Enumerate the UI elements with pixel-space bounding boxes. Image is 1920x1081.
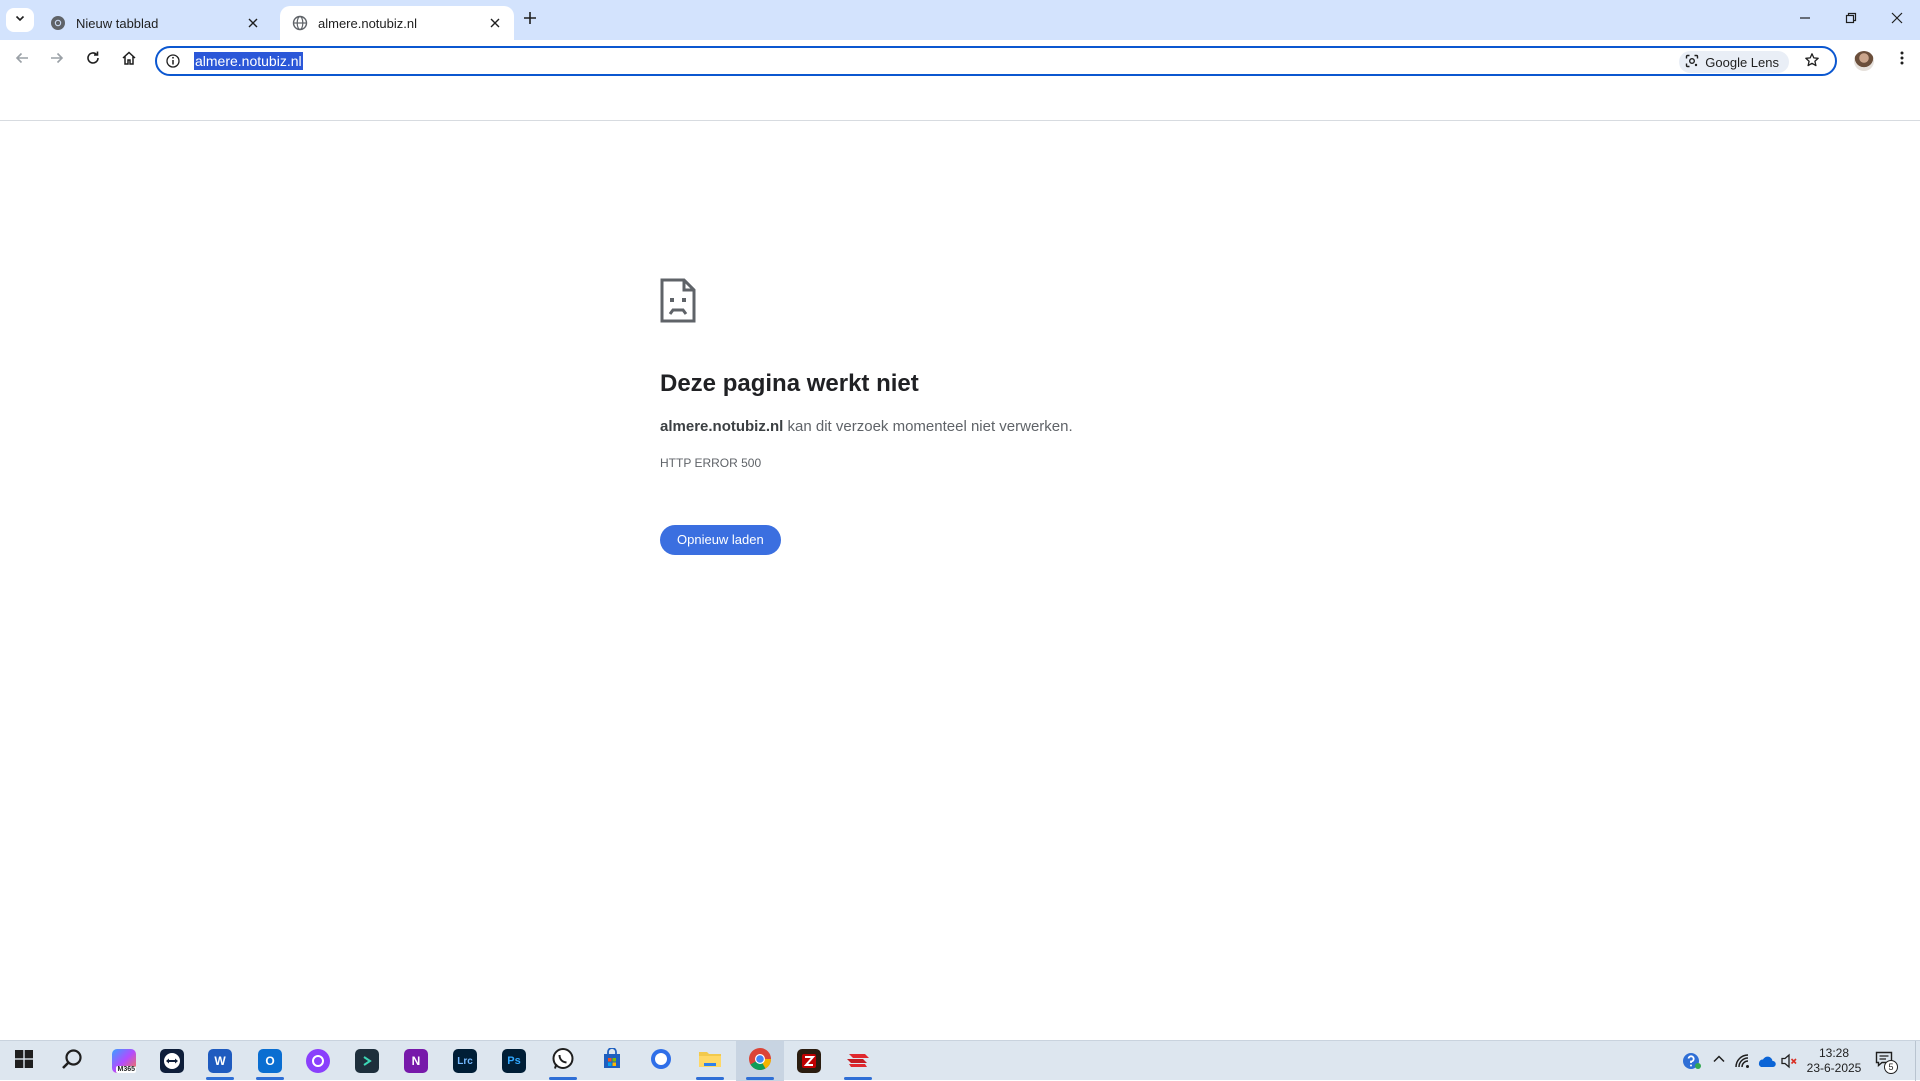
info-icon[interactable]	[165, 53, 181, 69]
arrow-left-icon	[14, 50, 30, 71]
forward-button[interactable]	[41, 44, 73, 76]
toolbar-divider	[0, 120, 1920, 121]
tab-new-tab[interactable]: Nieuw tabblad	[38, 6, 272, 40]
taskbar-app-outlook[interactable]: O	[246, 1041, 294, 1081]
close-icon	[1891, 11, 1903, 29]
close-icon[interactable]	[244, 14, 262, 32]
teamviewer-icon	[160, 1049, 184, 1073]
restore-button[interactable]	[1828, 0, 1874, 40]
chevron-down-icon	[14, 11, 26, 29]
taskbar-app-onenote[interactable]: N	[392, 1041, 440, 1081]
taskbar-search-button[interactable]	[48, 1041, 96, 1081]
windows-taskbar: M365 W O N Lrc Ps 13:28 23-6-2025 5	[0, 1040, 1920, 1081]
globe-icon	[292, 15, 308, 31]
close-window-button[interactable]	[1874, 0, 1920, 40]
chrome-icon	[748, 1047, 772, 1076]
more-vertical-icon	[1900, 50, 1904, 71]
red-stack-icon	[845, 1048, 871, 1075]
show-desktop-button[interactable]	[1915, 1041, 1920, 1081]
dark-arrow-icon	[355, 1049, 379, 1073]
home-button[interactable]	[113, 44, 145, 76]
notification-center-button[interactable]: 5	[1872, 1049, 1898, 1074]
photoshop-icon: Ps	[502, 1049, 526, 1073]
notification-badge: 5	[1884, 1060, 1898, 1074]
tab-strip: Nieuw tabblad almere.notubiz.nl	[0, 0, 1920, 40]
plus-icon	[523, 11, 537, 30]
address-bar[interactable]: almere.notubiz.nl Google Lens	[155, 46, 1837, 76]
new-tab-button[interactable]	[518, 8, 542, 32]
chevron-up-icon	[1712, 1052, 1726, 1071]
taskbar-app-lightroom-classic[interactable]: Lrc	[441, 1041, 489, 1081]
restore-icon	[1845, 11, 1857, 29]
taskbar-app-red-stack[interactable]	[834, 1041, 882, 1081]
error-message: kan dit verzoek momenteel niet verwerken…	[783, 418, 1073, 435]
clock-time: 13:28	[1818, 1046, 1850, 1060]
error-host: almere.notubiz.nl	[660, 418, 784, 435]
reload-page-button[interactable]: Opnieuw laden	[660, 525, 781, 555]
reload-button[interactable]	[77, 44, 109, 76]
taskbar-app-microsoft-store[interactable]	[588, 1041, 636, 1081]
taskbar-app-file-explorer[interactable]	[686, 1041, 734, 1081]
google-lens-button[interactable]: Google Lens	[1679, 51, 1789, 73]
outlook-icon: O	[258, 1049, 282, 1073]
whatsapp-icon	[551, 1047, 575, 1076]
browser-toolbar: almere.notubiz.nl Google Lens	[0, 40, 1920, 80]
volume-muted-icon[interactable]	[1779, 1051, 1799, 1071]
sad-page-icon	[660, 278, 696, 323]
tab-title: Nieuw tabblad	[76, 15, 159, 31]
taskbar-app-microsoft-365[interactable]: M365	[100, 1041, 148, 1081]
filezilla-icon	[797, 1049, 821, 1073]
taskbar-app-chrome[interactable]	[736, 1041, 784, 1081]
store-icon	[601, 1046, 623, 1075]
lightroom-icon: Lrc	[453, 1049, 477, 1073]
error-code: HTTP ERROR 500	[660, 456, 762, 470]
minimize-button[interactable]	[1782, 0, 1828, 40]
onedrive-icon[interactable]	[1756, 1051, 1776, 1071]
tab-almere-notubiz[interactable]: almere.notubiz.nl	[280, 6, 514, 40]
bookmark-button[interactable]	[1801, 51, 1823, 73]
taskbar-app-teamviewer[interactable]	[148, 1041, 196, 1081]
onenote-icon: N	[404, 1049, 428, 1073]
reload-icon	[85, 50, 101, 71]
close-icon[interactable]	[486, 14, 504, 32]
google-lens-icon	[1685, 54, 1705, 71]
word-icon: W	[208, 1049, 232, 1073]
arrow-right-icon	[49, 50, 65, 71]
folder-icon	[698, 1048, 722, 1075]
home-icon	[121, 50, 137, 71]
profile-avatar[interactable]	[1854, 51, 1874, 71]
clock-date: 23-6-2025	[1806, 1061, 1862, 1075]
minimize-icon	[1799, 11, 1811, 29]
error-heading: Deze pagina werkt niet	[660, 370, 919, 397]
taskbar-app-purple-circle[interactable]	[294, 1041, 342, 1081]
windows-start-icon	[15, 1049, 33, 1073]
error-description: almere.notubiz.nl kan dit verzoek moment…	[660, 418, 1073, 435]
show-hidden-icons-button[interactable]	[1709, 1051, 1729, 1071]
tab-title: almere.notubiz.nl	[318, 15, 417, 31]
taskbar-app-word[interactable]: W	[196, 1041, 244, 1081]
blue-ring-icon	[649, 1047, 673, 1076]
browser-menu-button[interactable]	[1894, 48, 1910, 72]
start-button[interactable]	[0, 1041, 48, 1081]
star-icon	[1804, 52, 1820, 73]
url-text[interactable]: almere.notubiz.nl	[194, 52, 303, 70]
purple-circle-icon	[306, 1049, 330, 1073]
taskbar-app-dark-arrow[interactable]	[343, 1041, 391, 1081]
google-lens-label: Google Lens	[1705, 54, 1779, 70]
help-tray-icon[interactable]	[1682, 1051, 1702, 1071]
back-button[interactable]	[6, 44, 38, 76]
window-controls	[1782, 0, 1920, 40]
taskbar-app-whatsapp[interactable]	[539, 1041, 587, 1081]
taskbar-app-blue-ring[interactable]	[637, 1041, 685, 1081]
system-clock[interactable]: 13:28 23-6-2025	[1800, 1046, 1868, 1076]
taskbar-app-photoshop[interactable]: Ps	[490, 1041, 538, 1081]
network-icon[interactable]	[1733, 1051, 1753, 1071]
chrome-icon	[50, 15, 66, 31]
m365-icon: M365	[112, 1049, 136, 1073]
tab-search-button[interactable]	[6, 8, 34, 32]
taskbar-app-filezilla[interactable]	[785, 1041, 833, 1081]
search-icon	[61, 1048, 83, 1075]
